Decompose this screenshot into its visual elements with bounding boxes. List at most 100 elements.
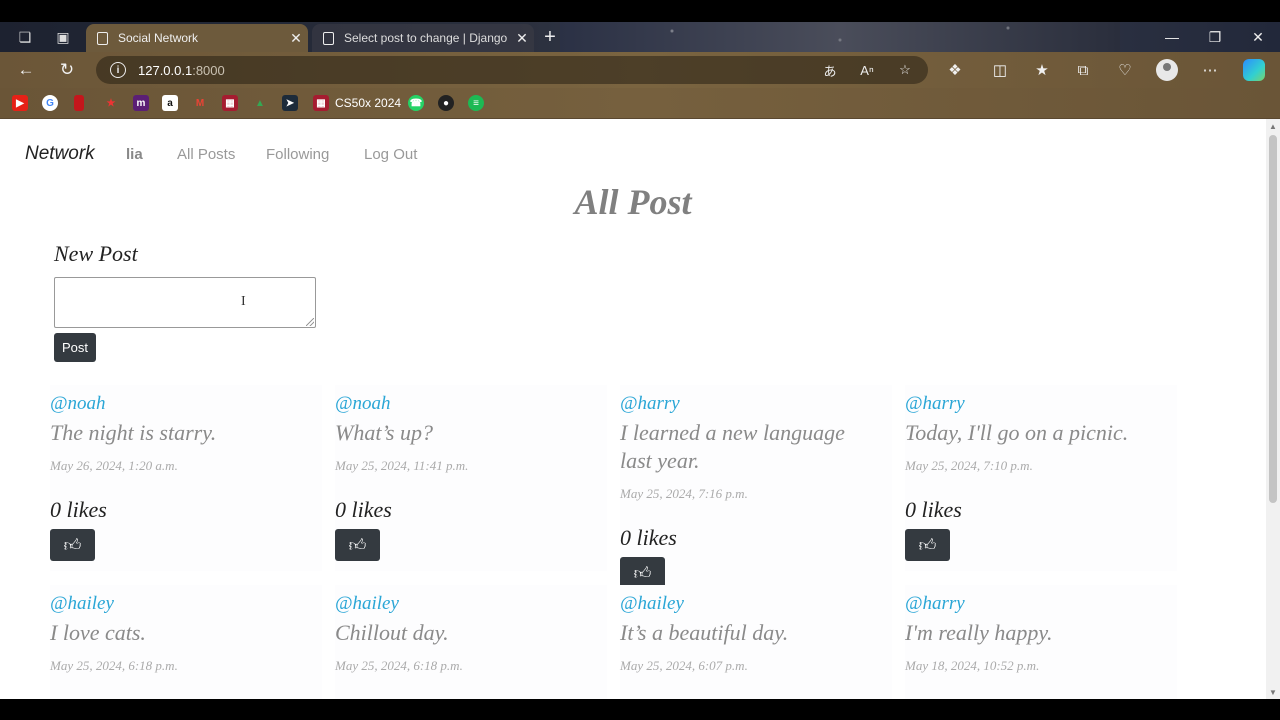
browser-essentials-icon[interactable]: ♡ <box>1108 52 1142 88</box>
new-post-textarea[interactable]: I <box>54 277 316 328</box>
nav-following[interactable]: Following <box>266 146 329 163</box>
thumbs-up-icon: 👍︎ <box>348 535 367 555</box>
bookmarks-bar: ▶ G ★ m a M ▦ ▲ ➤ ▦ CS50x 2024 ☎ ● ≡ <box>0 88 1280 119</box>
tab-label: Social Network <box>118 31 199 45</box>
read-aloud-icon[interactable]: Aⁿ <box>852 56 882 84</box>
more-menu-icon[interactable]: ⋯ <box>1193 52 1227 88</box>
post-date: May 25, 2024, 7:16 p.m. <box>620 486 748 501</box>
split-screen-icon[interactable]: ◫ <box>983 52 1017 88</box>
post-content: The night is starry. <box>50 420 217 445</box>
page-scrollbar[interactable]: ▲ ▼ <box>1266 119 1280 699</box>
site-info-icon[interactable]: i <box>110 62 126 78</box>
github-icon[interactable]: ● <box>438 95 454 111</box>
post-date: May 25, 2024, 6:18 p.m. <box>50 658 178 673</box>
post-author[interactable]: @harry <box>905 593 965 615</box>
thumbs-up-icon: 👍︎ <box>918 535 937 555</box>
back-icon[interactable]: ← <box>11 52 41 88</box>
minimize-icon[interactable]: — <box>1152 22 1192 52</box>
post-author[interactable]: @harry <box>620 393 680 415</box>
youtube-icon[interactable]: ▶ <box>12 95 28 111</box>
post-content: What’s up? <box>335 420 433 445</box>
post-author[interactable]: @harry <box>905 393 965 415</box>
post-date: May 26, 2024, 1:20 a.m. <box>50 458 178 473</box>
post-date: May 25, 2024, 7:10 p.m. <box>905 458 1033 473</box>
nav-user-profile[interactable]: lia <box>126 146 143 163</box>
thumbs-up-icon: 👍︎ <box>63 535 82 555</box>
post-date: May 18, 2024, 10:52 p.m. <box>905 658 1040 673</box>
copilot-logo <box>1243 59 1265 81</box>
translate-icon[interactable]: あ <box>815 56 845 84</box>
close-icon[interactable]: ✕ <box>284 30 308 47</box>
bookmark-cs50x[interactable]: CS50x 2024 <box>335 96 401 110</box>
page-title: All Post <box>574 182 692 222</box>
close-window-icon[interactable]: ✕ <box>1238 22 1278 52</box>
screen-top-bar <box>0 0 1280 22</box>
copilot-icon[interactable] <box>1237 52 1271 88</box>
post-author[interactable]: @noah <box>335 393 390 415</box>
spotify-icon[interactable]: ≡ <box>468 95 484 111</box>
post-card: @hailey Chillout day. May 25, 2024, 6:18… <box>335 585 607 699</box>
tab-django-admin[interactable]: Select post to change | Django s ✕ <box>312 24 534 52</box>
resize-handle-icon[interactable] <box>306 318 314 326</box>
play-bookmark-icon[interactable]: ➤ <box>282 95 298 111</box>
like-button[interactable]: 👍︎ <box>335 529 380 561</box>
address-bar[interactable]: i 127.0.0.1:8000 あ Aⁿ ☆ <box>96 56 928 84</box>
post-content: I learned a new language last year. <box>620 420 845 473</box>
favorites-icon[interactable]: ★ <box>1025 52 1059 88</box>
nav-all-posts[interactable]: All Posts <box>177 146 235 163</box>
like-button[interactable]: 👍︎ <box>50 529 95 561</box>
bookmark-red-icon[interactable] <box>74 95 84 111</box>
thumbs-up-icon: 👍︎ <box>633 563 652 583</box>
scroll-up-icon[interactable]: ▲ <box>1266 119 1280 133</box>
page-icon <box>97 31 108 45</box>
google-icon[interactable]: G <box>42 95 58 111</box>
cs50-icon[interactable]: ▦ <box>313 95 329 111</box>
refresh-icon[interactable]: ↻ <box>52 52 82 88</box>
post-author[interactable]: @hailey <box>620 593 684 615</box>
tab-strip: ❏ ▣ Social Network ✕ Select post to chan… <box>0 22 1280 52</box>
theme-background <box>560 22 1120 52</box>
tab-social-network[interactable]: Social Network ✕ <box>86 24 308 52</box>
brand-logo[interactable]: Network <box>25 143 95 165</box>
post-date: May 25, 2024, 6:07 p.m. <box>620 658 748 673</box>
scrollbar-thumb[interactable] <box>1269 135 1277 503</box>
gmail-icon[interactable]: M <box>192 95 208 111</box>
post-author[interactable]: @hailey <box>335 593 399 615</box>
url-host: 127.0.0.1 <box>138 62 193 78</box>
post-card: @harry I learned a new language last yea… <box>620 385 892 591</box>
like-count: 0 likes <box>620 525 677 550</box>
restore-icon[interactable]: ❐ <box>1195 22 1235 52</box>
whatsapp-icon[interactable]: ☎ <box>408 95 424 111</box>
post-content: Chillout day. <box>335 620 449 645</box>
page-icon <box>323 31 334 45</box>
tab-actions-icon[interactable]: ▣ <box>48 22 78 52</box>
profile-avatar[interactable] <box>1150 52 1184 88</box>
post-card: @harry I'm really happy. May 18, 2024, 1… <box>905 585 1177 699</box>
drive-icon[interactable]: ▲ <box>252 95 268 111</box>
tab-label: Select post to change | Django s <box>344 31 510 45</box>
close-icon[interactable]: ✕ <box>510 30 534 47</box>
scroll-down-icon[interactable]: ▼ <box>1266 685 1280 699</box>
like-count: 0 likes <box>905 497 962 522</box>
harvard-icon[interactable]: ▦ <box>222 95 238 111</box>
m-bookmark-icon[interactable]: m <box>133 95 149 111</box>
nav-logout[interactable]: Log Out <box>364 146 417 163</box>
post-button[interactable]: Post <box>54 333 96 362</box>
like-count: 0 likes <box>335 497 392 522</box>
extensions-icon[interactable]: ❖ <box>938 52 972 88</box>
screen-bottom-bar <box>0 699 1280 720</box>
post-author[interactable]: @noah <box>50 393 105 415</box>
favorite-star-icon[interactable]: ☆ <box>890 56 920 84</box>
star-bookmark-icon[interactable]: ★ <box>103 95 119 111</box>
like-button[interactable]: 👍︎ <box>905 529 950 561</box>
workspaces-icon[interactable]: ❏ <box>10 22 40 52</box>
new-tab-button[interactable]: + <box>538 22 562 52</box>
collections-icon[interactable]: ⧉ <box>1066 52 1100 88</box>
post-author[interactable]: @hailey <box>50 593 114 615</box>
post-content: It’s a beautiful day. <box>620 620 789 645</box>
amazon-icon[interactable]: a <box>162 95 178 111</box>
post-card: @harry Today, I'll go on a picnic. May 2… <box>905 385 1177 571</box>
new-post-heading: New Post <box>54 241 138 266</box>
post-date: May 25, 2024, 6:18 p.m. <box>335 658 463 673</box>
post-card: @noah What’s up? May 25, 2024, 11:41 p.m… <box>335 385 607 571</box>
